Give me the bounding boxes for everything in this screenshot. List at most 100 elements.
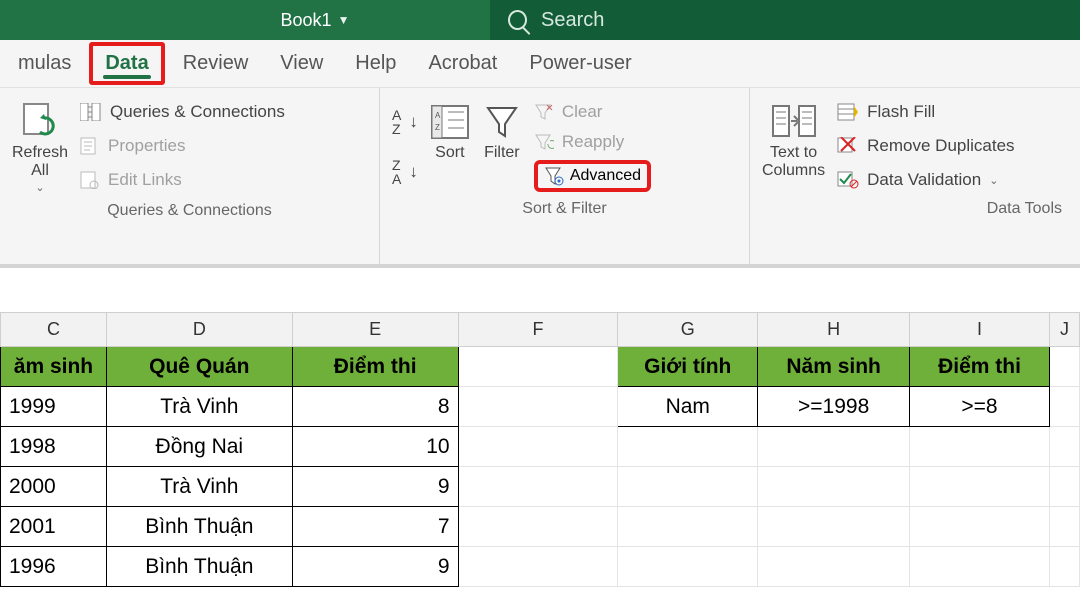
cell[interactable] bbox=[458, 347, 618, 387]
cell[interactable] bbox=[758, 427, 910, 467]
colhdr-I[interactable]: I bbox=[910, 313, 1050, 347]
colhdr-J[interactable]: J bbox=[1049, 313, 1079, 347]
remove-duplicates-button[interactable]: Remove Duplicates bbox=[837, 134, 1014, 158]
cell[interactable]: 2001 bbox=[1, 507, 107, 547]
cell[interactable]: Bình Thuận bbox=[106, 507, 292, 547]
column-header-row[interactable]: C D E F G H I J bbox=[1, 313, 1080, 347]
cell[interactable] bbox=[618, 467, 758, 507]
cell[interactable] bbox=[458, 427, 618, 467]
colhdr-H[interactable]: H bbox=[758, 313, 910, 347]
header-row[interactable]: ăm sinh Quê Quán Điểm thi Giới tính Năm … bbox=[1, 347, 1080, 387]
cell[interactable] bbox=[910, 547, 1050, 587]
cell[interactable]: 10 bbox=[292, 427, 458, 467]
reapply-button[interactable]: Reapply bbox=[534, 130, 651, 154]
cell[interactable]: Trà Vinh bbox=[106, 467, 292, 507]
tab-data[interactable]: Data bbox=[89, 42, 164, 85]
cell[interactable]: Năm sinh bbox=[758, 347, 910, 387]
data-validation-button[interactable]: Data Validation ⌄ bbox=[837, 168, 1014, 192]
cell[interactable]: 9 bbox=[292, 467, 458, 507]
title-dropdown-icon[interactable]: ▼ bbox=[338, 13, 350, 27]
cell[interactable] bbox=[758, 467, 910, 507]
cell[interactable] bbox=[910, 507, 1050, 547]
cell[interactable] bbox=[1049, 427, 1079, 467]
cell[interactable] bbox=[618, 547, 758, 587]
refresh-all-button[interactable]: Refresh All ⌄ bbox=[12, 102, 68, 194]
cell[interactable] bbox=[618, 427, 758, 467]
advanced-button[interactable]: Advanced bbox=[534, 160, 651, 192]
cell[interactable]: Điểm thi bbox=[910, 347, 1050, 387]
search-icon bbox=[508, 10, 527, 30]
edit-links-button[interactable]: Edit Links bbox=[80, 168, 285, 192]
cell[interactable]: 8 bbox=[292, 387, 458, 427]
reapply-label: Reapply bbox=[562, 132, 624, 152]
cell[interactable]: Đồng Nai bbox=[106, 427, 292, 467]
search-box[interactable] bbox=[490, 0, 1080, 40]
table-row[interactable]: 2000 Trà Vinh 9 bbox=[1, 467, 1080, 507]
cell[interactable]: 1999 bbox=[1, 387, 107, 427]
spreadsheet[interactable]: C D E F G H I J ăm sinh Quê Quán Điểm th… bbox=[0, 268, 1080, 587]
cell[interactable]: 7 bbox=[292, 507, 458, 547]
cell[interactable] bbox=[910, 427, 1050, 467]
cell[interactable]: Quê Quán bbox=[106, 347, 292, 387]
tab-formulas-cut[interactable]: mulas bbox=[6, 46, 83, 81]
cell[interactable]: 1996 bbox=[1, 547, 107, 587]
table-row[interactable]: 1999 Trà Vinh 8 Nam >=1998 >=8 bbox=[1, 387, 1080, 427]
remove-duplicates-label: Remove Duplicates bbox=[867, 136, 1014, 156]
cell[interactable]: Bình Thuận bbox=[106, 547, 292, 587]
chevron-down-icon[interactable]: ⌄ bbox=[989, 174, 998, 187]
cell[interactable]: 9 bbox=[292, 547, 458, 587]
search-input[interactable] bbox=[541, 9, 1062, 32]
cell[interactable] bbox=[618, 507, 758, 547]
cell[interactable]: Giới tính bbox=[618, 347, 758, 387]
tab-help[interactable]: Help bbox=[343, 46, 408, 81]
cell[interactable] bbox=[758, 507, 910, 547]
colhdr-G[interactable]: G bbox=[618, 313, 758, 347]
queries-connections-button[interactable]: Queries & Connections bbox=[80, 100, 285, 124]
cell[interactable]: Nam bbox=[618, 387, 758, 427]
cell[interactable] bbox=[458, 507, 618, 547]
filter-label: Filter bbox=[484, 144, 520, 162]
cell[interactable] bbox=[910, 467, 1050, 507]
cell[interactable]: Điểm thi bbox=[292, 347, 458, 387]
table-row[interactable]: 2001 Bình Thuận 7 bbox=[1, 507, 1080, 547]
cell[interactable] bbox=[1049, 347, 1079, 387]
cell[interactable]: 2000 bbox=[1, 467, 107, 507]
flash-fill-button[interactable]: Flash Fill bbox=[837, 100, 1014, 124]
colhdr-C[interactable]: C bbox=[1, 313, 107, 347]
properties-button[interactable]: Properties bbox=[80, 134, 285, 158]
clear-button[interactable]: Clear bbox=[534, 100, 651, 124]
tab-acrobat[interactable]: Acrobat bbox=[416, 46, 509, 81]
cell[interactable]: Trà Vinh bbox=[106, 387, 292, 427]
filter-button[interactable]: Filter bbox=[482, 102, 522, 192]
sort-button[interactable]: AZ Sort bbox=[430, 102, 470, 192]
sort-asc-button[interactable]: AZ ↓ bbox=[392, 106, 418, 138]
cell[interactable] bbox=[1049, 387, 1079, 427]
cell[interactable] bbox=[1049, 467, 1079, 507]
cell[interactable]: >=8 bbox=[910, 387, 1050, 427]
cell[interactable] bbox=[458, 547, 618, 587]
tab-review[interactable]: Review bbox=[171, 46, 261, 81]
sort-desc-button[interactable]: ZA ↓ bbox=[392, 156, 418, 188]
colhdr-F[interactable]: F bbox=[458, 313, 618, 347]
cell[interactable]: 1998 bbox=[1, 427, 107, 467]
cell[interactable]: ăm sinh bbox=[1, 347, 107, 387]
cell[interactable] bbox=[758, 547, 910, 587]
arrow-down-icon: ↓ bbox=[409, 112, 418, 132]
group-data-tools: Text to Columns Flash Fill Remove Duplic… bbox=[750, 88, 1080, 264]
cell[interactable]: >=1998 bbox=[758, 387, 910, 427]
cell[interactable] bbox=[1049, 507, 1079, 547]
cell[interactable] bbox=[458, 387, 618, 427]
advanced-label: Advanced bbox=[570, 167, 641, 185]
workbook-title[interactable]: Book1 ▼ bbox=[140, 10, 490, 31]
tab-poweruser[interactable]: Power-user bbox=[517, 46, 643, 81]
colhdr-D[interactable]: D bbox=[106, 313, 292, 347]
table-row[interactable]: 1998 Đồng Nai 10 bbox=[1, 427, 1080, 467]
tab-view[interactable]: View bbox=[268, 46, 335, 81]
table-row[interactable]: 1996 Bình Thuận 9 bbox=[1, 547, 1080, 587]
grid[interactable]: C D E F G H I J ăm sinh Quê Quán Điểm th… bbox=[0, 312, 1080, 587]
cell[interactable] bbox=[458, 467, 618, 507]
cell[interactable] bbox=[1049, 547, 1079, 587]
group-queries-connections: Refresh All ⌄ Queries & Connections Prop… bbox=[0, 88, 380, 264]
colhdr-E[interactable]: E bbox=[292, 313, 458, 347]
text-to-columns-button[interactable]: Text to Columns bbox=[762, 102, 825, 192]
